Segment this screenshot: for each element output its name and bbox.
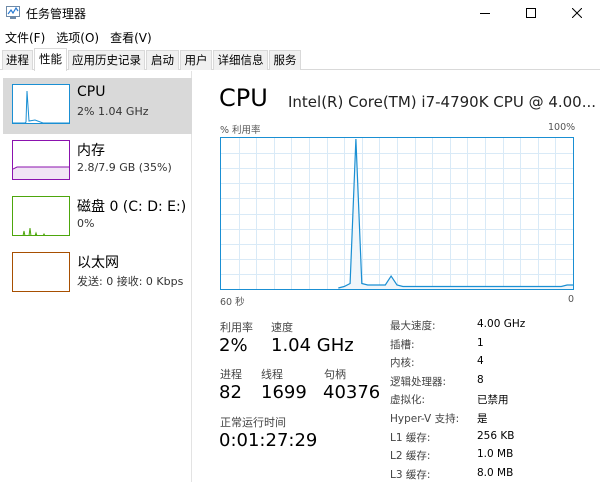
sidebar-item-subtitle: 2.8/7.9 GB (35%) <box>77 161 172 174</box>
sidebar-item-memory[interactable]: 内存 2.8/7.9 GB (35%) <box>3 134 192 190</box>
maximize-icon <box>526 8 536 18</box>
spec-value: 4 <box>477 355 484 367</box>
handles-value: 40376 <box>323 382 381 403</box>
tab-details[interactable]: 详细信息 <box>213 50 268 70</box>
close-icon <box>572 8 582 18</box>
sidebar-item-disk[interactable]: 磁盘 0 (C: D: E:) 0% <box>3 190 192 246</box>
sidebar-item-title: 磁盘 0 (C: D: E:) <box>77 199 187 215</box>
uptime-label: 正常运行时间 <box>220 416 286 429</box>
spec-label: 插槽: <box>390 339 415 351</box>
sidebar-item-cpu[interactable]: CPU 2% 1.04 GHz <box>3 78 192 134</box>
sidebar-item-subtitle: 发送: 0 接收: 0 Kbps <box>77 275 184 288</box>
processes-label: 进程 <box>220 368 242 381</box>
graph-time-end-label: 0 <box>568 294 575 305</box>
disk-thumbnail-graph <box>12 196 70 236</box>
task-manager-icon <box>6 6 20 19</box>
spec-value: 8 <box>477 374 484 386</box>
spec-label: 逻辑处理器: <box>390 376 447 388</box>
menu-view[interactable]: 查看(V) <box>105 26 158 46</box>
cpu-thumbnail-graph <box>12 84 70 124</box>
spec-label: L2 缓存: <box>390 450 431 462</box>
spec-value: 已禁用 <box>477 394 509 406</box>
sidebar-item-title: CPU <box>77 84 106 100</box>
handles-label: 句柄 <box>324 368 346 381</box>
cpu-thumbnail-line <box>13 90 69 123</box>
cpu-usage-chart <box>221 138 573 289</box>
spec-value: 256 KB <box>477 430 515 442</box>
spec-label: 虚拟化: <box>390 394 426 406</box>
menu-bar: 文件(F) 选项(O) 查看(V) <box>0 26 158 46</box>
spec-value: 是 <box>477 413 488 425</box>
page-title: CPU <box>219 84 268 112</box>
title-bar[interactable]: 任务管理器 <box>0 0 600 26</box>
tab-processes[interactable]: 进程 <box>2 50 33 70</box>
ethernet-thumbnail-line <box>13 253 70 292</box>
speed-label: 速度 <box>271 321 293 334</box>
sidebar-item-title: 以太网 <box>77 255 119 271</box>
spec-value: 8.0 MB <box>477 467 514 479</box>
minimize-button[interactable] <box>462 0 508 26</box>
spec-label: Hyper-V 支持: <box>390 413 460 425</box>
spec-label: 内核: <box>390 357 415 369</box>
resource-sidebar: CPU 2% 1.04 GHz 内存 2.8/7.9 GB (35%) 磁盘 0… <box>0 71 192 482</box>
utilization-value: 2% <box>219 335 248 356</box>
spec-label: L3 缓存: <box>390 469 431 481</box>
uptime-value: 0:01:27:29 <box>219 430 318 451</box>
processes-value: 82 <box>219 382 242 403</box>
speed-value: 1.04 GHz <box>271 335 354 356</box>
tab-performance[interactable]: 性能 <box>34 48 67 71</box>
sidebar-item-ethernet[interactable]: 以太网 发送: 0 接收: 0 Kbps <box>3 246 192 302</box>
sidebar-item-title: 内存 <box>77 143 105 159</box>
sidebar-item-subtitle: 0% <box>77 217 95 230</box>
close-button[interactable] <box>554 0 600 26</box>
disk-thumbnail-line <box>22 227 46 235</box>
graph-time-start-label: 60 秒 <box>220 297 245 308</box>
tab-users[interactable]: 用户 <box>180 50 212 70</box>
tab-startup[interactable]: 启动 <box>146 50 179 70</box>
spec-value: 1.0 MB <box>477 448 514 460</box>
graph-y-label: % 利用率 <box>220 125 261 136</box>
graph-y-max-label: 100% <box>548 122 576 133</box>
threads-label: 线程 <box>261 368 283 381</box>
memory-thumbnail-graph <box>12 140 70 180</box>
ethernet-thumbnail-graph <box>12 252 70 292</box>
tab-bar: 进程 性能 应用历史记录 启动 用户 详细信息 服务 <box>0 48 600 71</box>
minimize-icon <box>480 13 490 14</box>
tab-app-history[interactable]: 应用历史记录 <box>68 50 145 70</box>
threads-value: 1699 <box>261 382 307 403</box>
tab-services[interactable]: 服务 <box>269 50 301 70</box>
window-title: 任务管理器 <box>26 7 87 21</box>
spec-label: L1 缓存: <box>390 432 431 444</box>
cpu-usage-graph <box>220 137 574 290</box>
spec-value: 4.00 GHz <box>477 318 526 330</box>
cpu-model-name: Intel(R) Core(TM) i7-4790K CPU @ 4.00... <box>288 93 597 111</box>
spec-value: 1 <box>477 337 484 349</box>
menu-options[interactable]: 选项(O) <box>51 26 105 46</box>
sidebar-item-subtitle: 2% 1.04 GHz <box>77 105 149 118</box>
utilization-label: 利用率 <box>220 321 253 334</box>
task-manager-window: 任务管理器 文件(F) 选项(O) 查看(V) 进程 性能 应用历史记录 启动 … <box>0 0 600 482</box>
memory-thumbnail-fill <box>13 166 69 179</box>
cpu-usage-line <box>338 138 573 289</box>
maximize-button[interactable] <box>508 0 554 26</box>
spec-label: 最大速度: <box>390 320 436 332</box>
menu-file[interactable]: 文件(F) <box>0 26 51 46</box>
